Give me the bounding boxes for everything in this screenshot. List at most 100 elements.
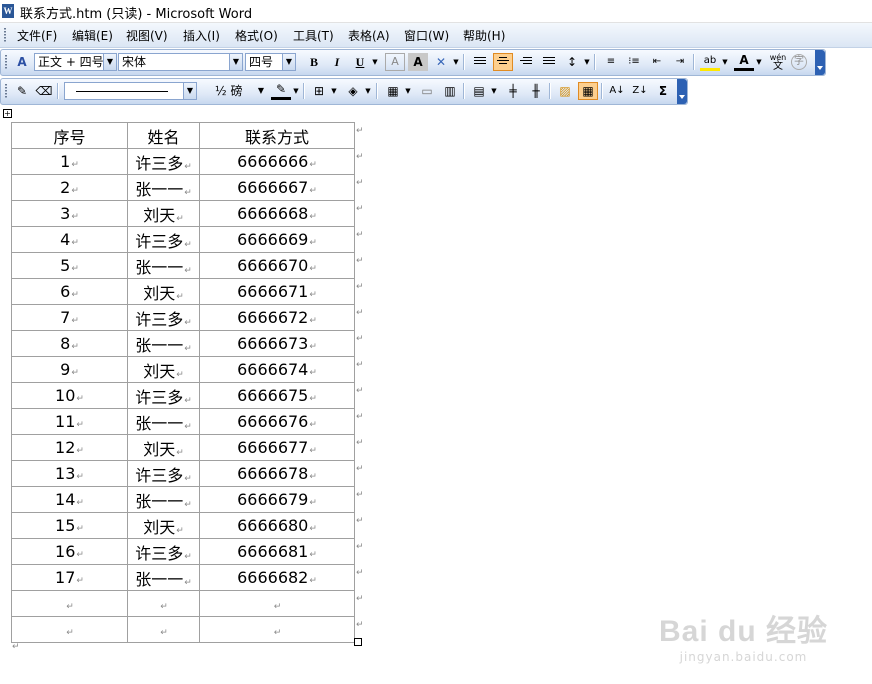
- table-row[interactable]: 14↵ 张一一↵ 6666679↵: [11, 486, 355, 513]
- table-row[interactable]: 8↵ 张一一↵ 6666673↵: [11, 330, 355, 357]
- menu-grip-handle[interactable]: [4, 28, 7, 42]
- table-move-handle-icon[interactable]: +: [3, 109, 12, 118]
- table-cell[interactable]: ↵: [199, 616, 355, 643]
- table-row[interactable]: 6↵ 刘天↵ 6666671↵: [11, 278, 355, 305]
- sort-descending-icon[interactable]: Z↓: [630, 82, 650, 100]
- bullets-icon[interactable]: ⁝≡: [624, 53, 644, 71]
- shading-dropdown-icon[interactable]: ▼: [364, 82, 372, 100]
- menu-window[interactable]: 窗口(W): [404, 27, 449, 44]
- increase-indent-icon[interactable]: ⇥: [670, 53, 690, 71]
- align-center-icon[interactable]: [493, 53, 513, 71]
- table-cell[interactable]: 1↵: [11, 148, 128, 175]
- table-row[interactable]: ↵ ↵ ↵: [11, 590, 355, 617]
- char-scale-icon[interactable]: ✕: [431, 53, 451, 71]
- table-cell[interactable]: 6666682↵: [199, 564, 355, 591]
- highlight-button[interactable]: ab: [700, 53, 720, 71]
- table-cell[interactable]: 14↵: [11, 486, 128, 513]
- line-spacing-dropdown-icon[interactable]: ▼: [583, 53, 591, 71]
- split-cells-icon[interactable]: ▥: [440, 82, 460, 100]
- table-cell[interactable]: 4↵: [11, 226, 128, 253]
- distribute-rows-icon[interactable]: ╪: [503, 82, 523, 100]
- table-cell[interactable]: 张一一↵: [127, 486, 200, 513]
- menu-edit[interactable]: 编辑(E): [72, 27, 113, 44]
- line-spacing-icon[interactable]: ↕: [562, 53, 582, 71]
- table-cell[interactable]: 张一一↵: [127, 564, 200, 591]
- table-cell[interactable]: ↵: [11, 590, 128, 617]
- align-left-icon[interactable]: [470, 53, 490, 71]
- menu-table[interactable]: 表格(A): [348, 27, 390, 44]
- table-cell[interactable]: 7↵: [11, 304, 128, 331]
- chevron-down-icon[interactable]: ▼: [282, 54, 295, 70]
- table-cell[interactable]: 6666666↵: [199, 148, 355, 175]
- table-row[interactable]: 5↵ 张一一↵ 6666670↵: [11, 252, 355, 279]
- table-row[interactable]: 10↵ 许三多↵ 6666675↵: [11, 382, 355, 409]
- font-color-dropdown-icon[interactable]: ▼: [755, 53, 763, 71]
- show-gridlines-icon[interactable]: ▦: [578, 82, 598, 100]
- table-cell[interactable]: 6666680↵: [199, 512, 355, 539]
- table-cell[interactable]: 6666673↵: [199, 330, 355, 357]
- table-cell[interactable]: 张一一↵: [127, 252, 200, 279]
- align-cell-dropdown-icon[interactable]: ▼: [490, 82, 498, 100]
- table-row[interactable]: 13↵ 许三多↵ 6666678↵: [11, 460, 355, 487]
- document-area[interactable]: + 序号 姓名 联系方式 1↵ 许三多↵ 6666666↵ 2↵ 张一一↵ 6666667↵ 3↵…: [0, 106, 872, 684]
- table-cell[interactable]: 刘天↵: [127, 512, 200, 539]
- chevron-down-icon[interactable]: ▼: [229, 54, 242, 70]
- table-cell[interactable]: 6666678↵: [199, 460, 355, 487]
- table-cell[interactable]: 6666677↵: [199, 434, 355, 461]
- sort-ascending-icon[interactable]: A↓: [607, 82, 627, 100]
- table-row[interactable]: 4↵ 许三多↵ 6666669↵: [11, 226, 355, 253]
- numbering-icon[interactable]: ≡: [601, 53, 621, 71]
- menu-tools[interactable]: 工具(T): [293, 27, 334, 44]
- table-cell[interactable]: 6666676↵: [199, 408, 355, 435]
- chevron-down-icon[interactable]: ▼: [255, 83, 267, 99]
- table-row[interactable]: 11↵ 张一一↵ 6666676↵: [11, 408, 355, 435]
- table-row[interactable]: ↵ ↵ ↵: [11, 616, 355, 643]
- border-color-dropdown-icon[interactable]: ▼: [292, 82, 300, 100]
- table-cell[interactable]: 6666681↵: [199, 538, 355, 565]
- decrease-indent-icon[interactable]: ⇤: [647, 53, 667, 71]
- table-cell[interactable]: 10↵: [11, 382, 128, 409]
- enclose-char-button[interactable]: 字: [791, 54, 807, 70]
- table-cell[interactable]: 6666675↵: [199, 382, 355, 409]
- table-cell[interactable]: 许三多↵: [127, 148, 200, 175]
- menu-format[interactable]: 格式(O): [235, 27, 278, 44]
- align-right-icon[interactable]: [516, 53, 536, 71]
- merge-cells-icon[interactable]: ▭: [417, 82, 437, 100]
- table-header-cell[interactable]: 姓名: [127, 122, 200, 149]
- underline-button[interactable]: U: [350, 53, 370, 71]
- table-cell[interactable]: 8↵: [11, 330, 128, 357]
- toolbar-grip-handle[interactable]: [5, 84, 8, 98]
- table-cell[interactable]: 张一一↵: [127, 174, 200, 201]
- border-color-icon[interactable]: ✎: [271, 82, 291, 100]
- table-header-row[interactable]: 序号 姓名 联系方式: [11, 122, 355, 149]
- font-select[interactable]: 宋体 ▼: [118, 53, 243, 71]
- chevron-down-icon[interactable]: ▼: [103, 54, 116, 70]
- table-cell[interactable]: 9↵: [11, 356, 128, 383]
- table-cell[interactable]: 刘天↵: [127, 200, 200, 227]
- align-cell-icon[interactable]: ▤: [469, 82, 489, 100]
- table-row[interactable]: 16↵ 许三多↵ 6666681↵: [11, 538, 355, 565]
- table-cell[interactable]: 刘天↵: [127, 278, 200, 305]
- style-select[interactable]: 正文 + 四号 ▼: [34, 53, 117, 71]
- table-cell[interactable]: 刘天↵: [127, 434, 200, 461]
- italic-button[interactable]: I: [327, 53, 347, 71]
- table-row[interactable]: 9↵ 刘天↵ 6666674↵: [11, 356, 355, 383]
- menu-file[interactable]: 文件(F): [17, 27, 57, 44]
- table-cell[interactable]: 2↵: [11, 174, 128, 201]
- table-resize-handle-icon[interactable]: [354, 638, 362, 646]
- table-cell[interactable]: 许三多↵: [127, 226, 200, 253]
- char-scale-dropdown-icon[interactable]: ▼: [452, 53, 460, 71]
- char-shading-icon[interactable]: A: [408, 53, 428, 71]
- table-cell[interactable]: ↵: [127, 590, 200, 617]
- char-border-icon[interactable]: A: [385, 53, 405, 71]
- table-cell[interactable]: 6666669↵: [199, 226, 355, 253]
- bold-button[interactable]: B: [304, 53, 324, 71]
- eraser-icon[interactable]: ⌫: [34, 82, 54, 100]
- contacts-table[interactable]: 序号 姓名 联系方式 1↵ 许三多↵ 6666666↵ 2↵ 张一一↵ 6666667↵ 3↵ 刘天…: [11, 122, 355, 643]
- menu-insert[interactable]: 插入(I): [183, 27, 220, 44]
- line-style-select[interactable]: ▼: [64, 82, 197, 100]
- line-weight-select[interactable]: ½ 磅 ▼: [203, 82, 268, 100]
- table-header-cell[interactable]: 联系方式: [199, 122, 355, 149]
- table-cell[interactable]: 5↵: [11, 252, 128, 279]
- table-row[interactable]: 3↵ 刘天↵ 6666668↵: [11, 200, 355, 227]
